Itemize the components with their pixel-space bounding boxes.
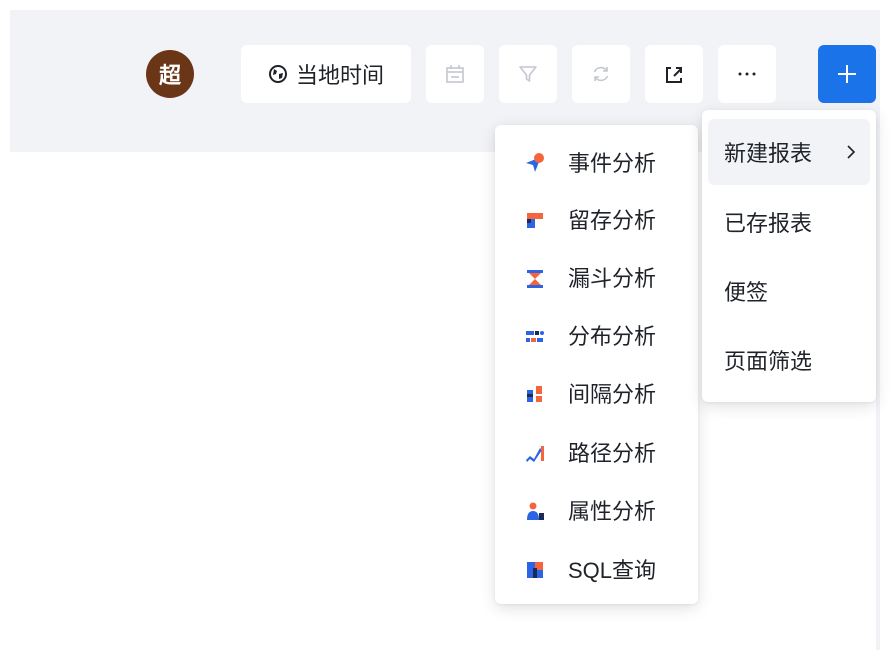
sql-query-icon <box>524 559 546 581</box>
new-report-submenu: 事件分析 留存分析 漏斗分析 分布分析 间隔分析 路径分析 属性分析 SQL查询 <box>495 125 698 604</box>
menu-item-label: 漏斗分析 <box>568 266 657 291</box>
local-time-button[interactable]: 当地时间 <box>241 45 411 103</box>
menu-item-label: 便签 <box>724 280 769 305</box>
more-button[interactable] <box>718 45 776 103</box>
menu-item-saved-reports[interactable]: 已存报表 <box>708 189 870 255</box>
filter-button[interactable] <box>499 45 557 103</box>
menu-item-label: 留存分析 <box>568 208 657 233</box>
menu-item-new-report[interactable]: 新建报表 <box>708 119 870 185</box>
attribute-analysis-icon <box>524 500 546 522</box>
calendar-icon <box>444 63 466 85</box>
date-picker-button[interactable] <box>426 45 484 103</box>
distribution-analysis-icon <box>524 325 546 347</box>
menu-item-label: 新建报表 <box>724 141 813 166</box>
menu-item-label: 页面筛选 <box>724 349 813 374</box>
chevron-right-icon <box>846 144 856 165</box>
menu-item-label: 分布分析 <box>568 324 657 349</box>
menu-item-label: 间隔分析 <box>568 382 657 407</box>
refresh-button[interactable] <box>572 45 630 103</box>
share-button[interactable] <box>645 45 703 103</box>
avatar[interactable]: 超 <box>146 50 194 98</box>
event-analysis-icon <box>524 152 546 174</box>
menu-item-label: 路径分析 <box>568 441 657 466</box>
menu-item-path-analysis[interactable]: 路径分析 <box>495 427 698 477</box>
menu-item-attribute-analysis[interactable]: 属性分析 <box>495 485 698 535</box>
refresh-icon <box>590 63 612 85</box>
menu-item-label: SQL查询 <box>568 558 657 583</box>
menu-item-event-analysis[interactable]: 事件分析 <box>495 137 698 187</box>
filter-icon <box>517 63 539 85</box>
page-edge <box>876 10 880 650</box>
retention-analysis-icon <box>524 209 546 231</box>
interval-analysis-icon <box>524 383 546 405</box>
local-time-label: 当地时间 <box>295 63 384 88</box>
menu-item-distribution-analysis[interactable]: 分布分析 <box>495 310 698 360</box>
menu-item-page-filter[interactable]: 页面筛选 <box>708 327 870 393</box>
more-icon <box>736 63 758 85</box>
share-icon <box>663 63 685 85</box>
menu-item-label: 已存报表 <box>724 211 813 236</box>
path-analysis-icon <box>524 442 546 464</box>
menu-item-interval-analysis[interactable]: 间隔分析 <box>495 368 698 418</box>
globe-icon <box>268 64 288 84</box>
menu-item-label: 属性分析 <box>568 499 657 524</box>
menu-item-label: 事件分析 <box>568 151 657 176</box>
more-menu: 新建报表 已存报表 便签 页面筛选 <box>702 110 876 402</box>
menu-item-retention-analysis[interactable]: 留存分析 <box>495 194 698 244</box>
menu-item-notes[interactable]: 便签 <box>708 258 870 324</box>
funnel-analysis-icon <box>524 267 546 289</box>
add-button[interactable] <box>818 45 876 103</box>
menu-item-sql-query[interactable]: SQL查询 <box>495 544 698 594</box>
menu-item-funnel-analysis[interactable]: 漏斗分析 <box>495 252 698 302</box>
plus-icon <box>835 62 859 86</box>
